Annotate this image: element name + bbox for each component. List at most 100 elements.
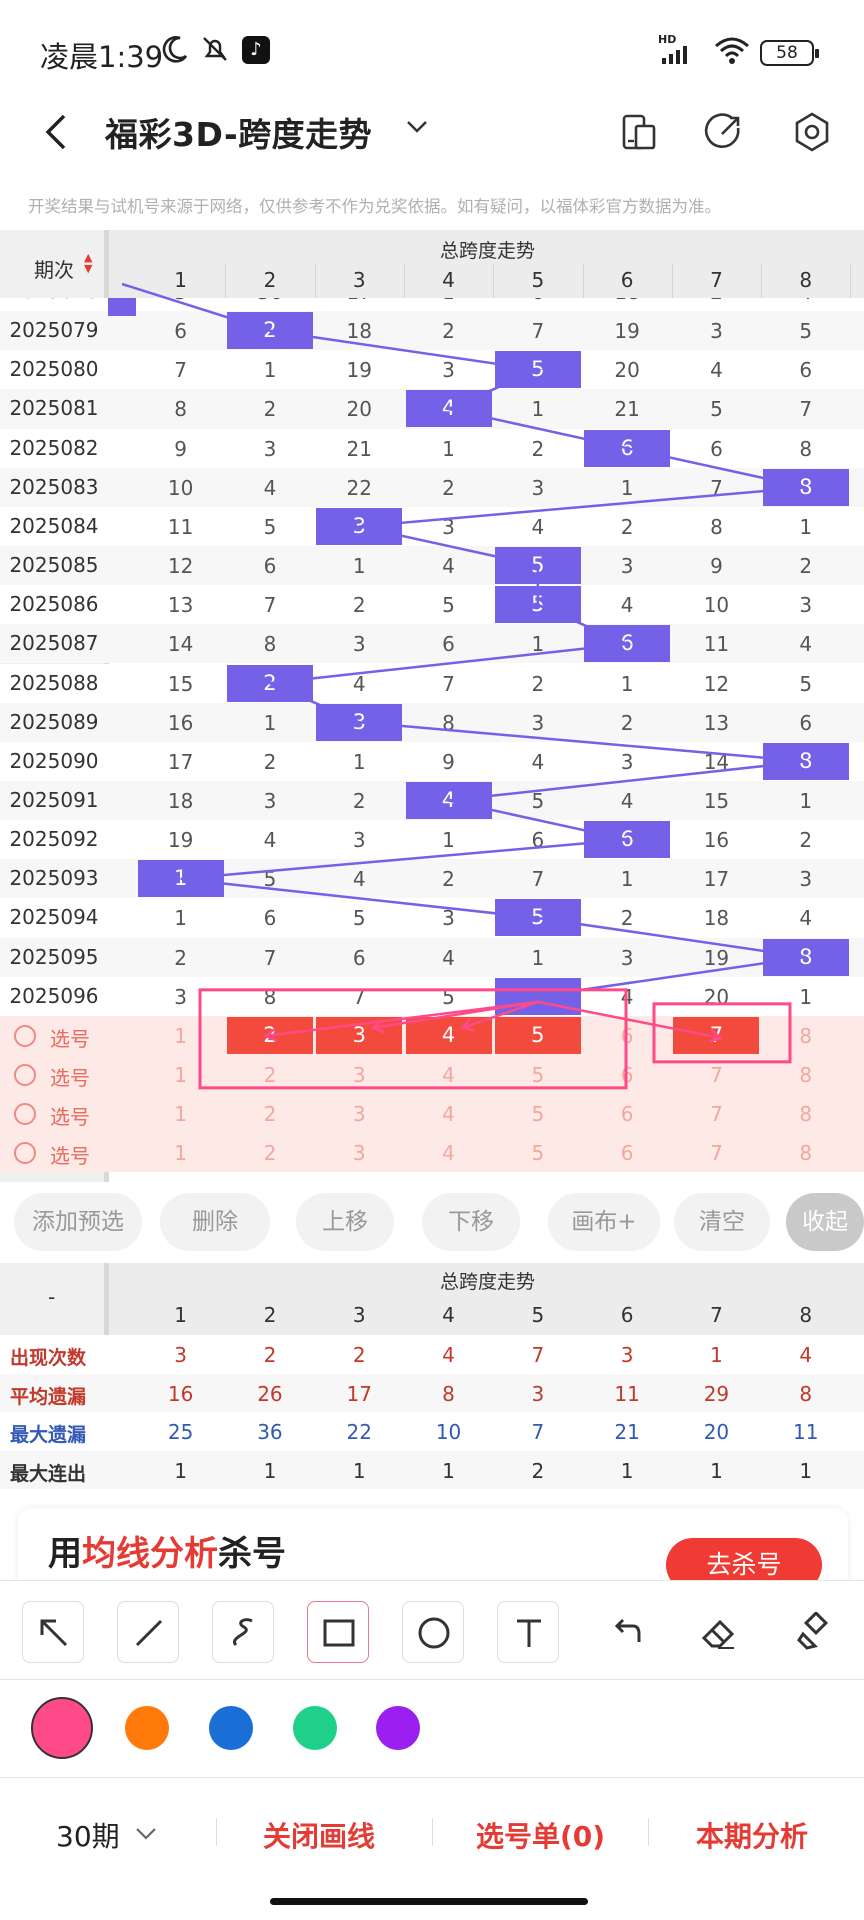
analysis-button[interactable]: 本期分析 xyxy=(696,1815,808,1855)
drawn-rectangle xyxy=(652,1002,792,1064)
status-time: 凌晨1:39 xyxy=(40,40,164,74)
stats-cell: 36 xyxy=(257,1420,283,1444)
period-select[interactable]: 30期 xyxy=(56,1815,120,1855)
stats-row: 最大遗漏 25 36 22 10 7 21 20 11 xyxy=(0,1412,864,1451)
color-swatch[interactable] xyxy=(31,1697,93,1759)
page-title[interactable]: 福彩3D-跨度走势 xyxy=(105,108,372,156)
stats-cell: 1 xyxy=(352,1458,366,1483)
undo-icon xyxy=(614,1618,641,1642)
stats-section-title: 总跨度走势 xyxy=(440,1271,536,1293)
color-swatch[interactable] xyxy=(125,1706,169,1750)
stats-cell: 17 xyxy=(346,1381,372,1406)
stats-cell: 16 xyxy=(167,1381,194,1406)
stats-cell: 3 xyxy=(531,1381,545,1406)
separator xyxy=(432,1818,433,1846)
close-draw-button[interactable]: 关闭画线 xyxy=(263,1815,375,1855)
stats-column-headers: 1 2 3 4 5 6 7 8 xyxy=(0,1297,864,1333)
stats-cell: 20 xyxy=(703,1420,730,1444)
stats-cell: 2 xyxy=(263,1343,277,1367)
stats-cell: 22 xyxy=(346,1420,372,1444)
stats-label: 平均遗漏 xyxy=(10,1385,87,1408)
tiktok-icon: ♪ xyxy=(242,36,270,64)
action-button[interactable]: 收起 xyxy=(786,1193,864,1251)
moon-icon xyxy=(162,36,188,63)
stats-cell: 25 xyxy=(167,1420,194,1444)
data-source-notice: 开奖结果与试机号来源于网络，仅供参考不作为兑奖依据。如有疑问，以福体彩官方数据为… xyxy=(28,197,721,216)
span-trend-grid: 期次 ▲▼ 总跨度走势 12345678 2025078536171618242… xyxy=(0,230,864,1182)
phone-compare-icon[interactable] xyxy=(618,110,662,154)
drawn-arrow xyxy=(373,1000,539,1030)
stats-cell: 1 xyxy=(620,1458,634,1483)
stats-column-header: 7 xyxy=(710,1303,723,1327)
arrow-tool-button[interactable] xyxy=(22,1601,84,1663)
battery-indicator: 58 xyxy=(760,40,819,66)
stats-column-header: 6 xyxy=(620,1303,634,1327)
color-swatch[interactable] xyxy=(293,1706,337,1750)
chevron-down-icon[interactable] xyxy=(132,1822,160,1846)
share-icon[interactable] xyxy=(702,110,746,154)
action-button[interactable]: 画布+ xyxy=(548,1193,660,1251)
chevron-down-icon[interactable] xyxy=(402,112,432,142)
undo-tool-button[interactable] xyxy=(592,1601,654,1663)
eraser-tool-button[interactable] xyxy=(687,1601,749,1663)
stats-cell: 4 xyxy=(442,1343,455,1367)
trend-overlay xyxy=(121,282,807,1090)
color-swatch[interactable] xyxy=(209,1706,253,1750)
stats-label: 最大遗漏 xyxy=(10,1424,87,1446)
drawn-arrow xyxy=(265,1000,539,1038)
stats-column-header: 1 xyxy=(174,1303,187,1327)
action-button[interactable]: 删除 xyxy=(160,1193,270,1251)
rectangle-tool-button[interactable] xyxy=(307,1601,369,1663)
stats-cell: 4 xyxy=(799,1343,813,1367)
color-swatch[interactable] xyxy=(376,1706,420,1750)
wifi-icon xyxy=(715,37,749,64)
action-button[interactable]: 清空 xyxy=(674,1193,770,1251)
stats-column-header: 4 xyxy=(442,1303,455,1327)
back-button[interactable] xyxy=(38,108,78,156)
stats-cell: 1 xyxy=(442,1458,455,1483)
action-button[interactable]: 下移 xyxy=(422,1193,520,1251)
promo-suffix: 杀号 xyxy=(218,1534,286,1574)
settings-icon[interactable] xyxy=(790,110,834,154)
eraser-icon xyxy=(701,1619,735,1649)
stats-column-header: 2 xyxy=(263,1303,277,1327)
action-button[interactable]: 上移 xyxy=(296,1193,394,1251)
curve-icon xyxy=(232,1618,253,1647)
stats-table: - 总跨度走势 12345678 出现次数 3 2 2 4 7 3 1 4 平均遗漏 16 26 17 8… xyxy=(0,1263,864,1489)
line-icon xyxy=(135,1619,163,1647)
promo-highlight: 均线分析 xyxy=(82,1534,218,1574)
rectangle-icon xyxy=(323,1619,355,1647)
stats-cell: 1 xyxy=(799,1458,813,1483)
text-icon xyxy=(517,1619,541,1647)
circle-tool-button[interactable] xyxy=(402,1601,464,1663)
separator xyxy=(648,1818,649,1846)
stats-cell: 1 xyxy=(710,1343,723,1367)
stats-label: 出现次数 xyxy=(10,1347,87,1369)
text-tool-button[interactable] xyxy=(497,1601,559,1663)
stats-row: 出现次数 3 2 2 4 7 3 1 4 xyxy=(0,1335,864,1374)
action-button[interactable]: 添加预选 xyxy=(14,1193,142,1251)
stats-cell: 10 xyxy=(435,1420,462,1444)
pick-list-button[interactable]: 选号单(0) xyxy=(476,1815,605,1855)
stats-cell: 21 xyxy=(614,1420,640,1444)
stats-cell: 2 xyxy=(531,1458,545,1483)
arrow-icon xyxy=(40,1619,68,1647)
clear-icon xyxy=(797,1612,829,1650)
stats-cell: 7 xyxy=(531,1420,545,1444)
signal-icon xyxy=(662,46,687,64)
stats-cell: 2 xyxy=(352,1343,366,1367)
stats-cell: 11 xyxy=(614,1381,640,1406)
mute-bell-icon xyxy=(203,37,227,61)
stats-cell: 3 xyxy=(174,1343,187,1367)
promo-title: 用均线分析杀号 xyxy=(48,1526,286,1575)
stats-row: 最大连出 1 1 1 1 2 1 1 1 xyxy=(0,1450,864,1489)
stats-cell: 11 xyxy=(793,1420,819,1444)
divider xyxy=(0,1679,864,1680)
stats-cell: 3 xyxy=(620,1343,634,1367)
clear-tool-button[interactable] xyxy=(782,1601,844,1663)
status-bar: 凌晨1:39 ♪ HD 58 xyxy=(0,0,864,100)
promo-prefix: 用 xyxy=(48,1534,82,1574)
separator xyxy=(216,1818,217,1846)
line-tool-button[interactable] xyxy=(117,1601,179,1663)
curve-tool-button[interactable] xyxy=(212,1601,274,1663)
